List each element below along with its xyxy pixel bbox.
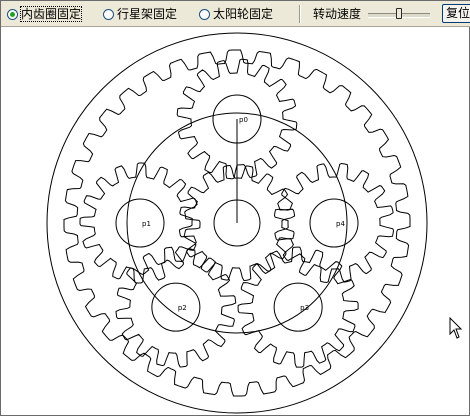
planet-label: p0 xyxy=(239,116,248,124)
mode-ring-fixed-radio[interactable]: 内齿圈固定 xyxy=(7,6,83,22)
toolbar: 内齿圈固定 行星架固定 太阳轮固定 转动速度 复位 xyxy=(1,1,470,27)
planet-gear-teeth xyxy=(273,162,395,284)
planet-label: p4 xyxy=(336,220,345,228)
speed-slider[interactable] xyxy=(368,7,430,21)
planet-gear-teeth xyxy=(115,246,237,368)
planet-gear-teeth xyxy=(79,162,201,284)
speed-label: 转动速度 xyxy=(313,7,362,21)
planet-gear-hub xyxy=(115,198,165,248)
planet-gear-hub xyxy=(309,198,359,248)
radio-empty-icon xyxy=(103,8,114,20)
slider-thumb[interactable] xyxy=(396,8,402,19)
mouse-pointer-icon xyxy=(449,317,463,339)
planet-gear-hub xyxy=(273,282,323,332)
planet-gear-teeth xyxy=(237,246,359,368)
gear-canvas: p0 p1 p2 p3 p4 xyxy=(46,32,428,414)
mode-carrier-fixed-label: 行星架固定 xyxy=(117,7,178,21)
mode-sun-fixed-radio[interactable]: 太阳轮固定 xyxy=(199,6,273,22)
reset-button[interactable]: 复位 xyxy=(442,4,470,23)
planet-label: p1 xyxy=(142,220,151,228)
mode-carrier-fixed-radio[interactable]: 行星架固定 xyxy=(103,6,177,22)
radio-selected-icon xyxy=(7,8,18,20)
app-window: 内齿圈固定 行星架固定 太阳轮固定 转动速度 复位 p0 p1 p2 p3 p4 xyxy=(0,0,470,416)
radio-empty-icon xyxy=(199,8,210,20)
toolbar-separator xyxy=(299,5,301,23)
planet-gear-hub xyxy=(151,282,201,332)
mode-ring-fixed-label: 内齿圈固定 xyxy=(19,6,83,22)
mode-sun-fixed-label: 太阳轮固定 xyxy=(213,7,274,21)
gear-layer: p0 p1 p2 p3 p4 xyxy=(46,32,428,414)
planet-label: p2 xyxy=(178,304,187,312)
planet-label: p3 xyxy=(300,304,309,312)
